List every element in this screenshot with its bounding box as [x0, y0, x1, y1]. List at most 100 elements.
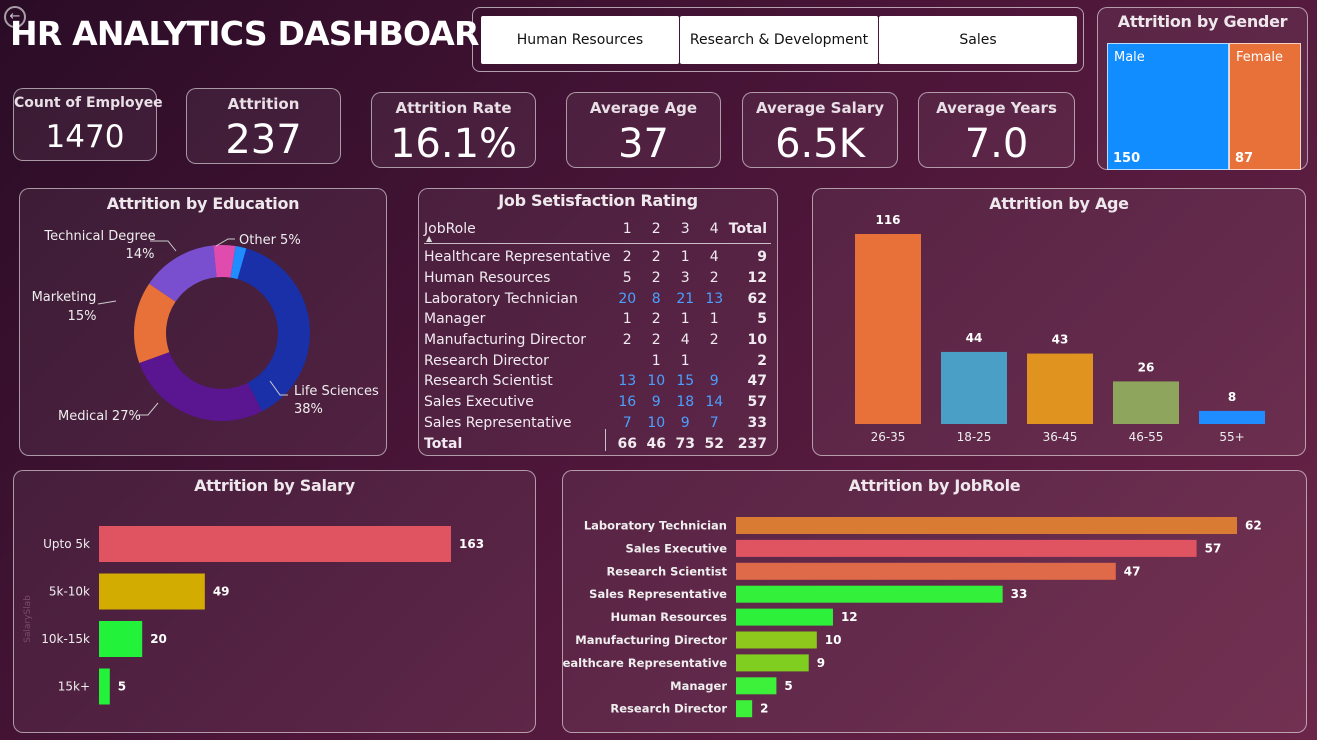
label-technical-degree: Technical Degree [43, 229, 155, 244]
education-donut-chart: Technical Degree 14% Other 5% Marketing … [32, 229, 379, 424]
age-category-label: 26-35 [871, 430, 906, 444]
column-header-total[interactable]: Total [729, 215, 771, 243]
cell-rating-3: 1 [680, 311, 690, 328]
jobrole-bar-value: 12 [841, 610, 858, 624]
cell-rating-4: 4 [709, 249, 719, 266]
jobrole-bar-panel: Attrition by JobRole Laboratory Technici… [562, 470, 1307, 733]
row-jobrole: Research Scientist [424, 373, 553, 390]
jobrole-bar[interactable] [736, 608, 833, 626]
matrix-total-row[interactable]: Total 66 46 73 52 237 [424, 433, 771, 454]
kpi-label: Attrition Rate [395, 99, 512, 117]
cell-rating-1: 7 [622, 414, 632, 431]
cell-rating-4: 9 [709, 373, 719, 390]
jobrole-category-label: Research Director [610, 702, 727, 716]
age-bar-panel: Attrition by Age 116 26-35 44 18-25 43 36-45 2… [812, 188, 1306, 456]
age-bar[interactable] [855, 234, 921, 424]
kpi-value: 16.1% [389, 121, 518, 167]
panel-title: Attrition by Gender [1117, 12, 1288, 31]
cell-rating-4: 1 [709, 311, 719, 328]
age-bar[interactable] [1199, 410, 1265, 424]
jobrole-category-label: Sales Representative [589, 587, 727, 601]
salary-category-label: 10k-15k [41, 632, 90, 646]
department-button-rnd[interactable]: Research & Development [680, 16, 878, 64]
age-category-label: 55+ [1219, 430, 1244, 444]
matrix-row[interactable]: Manufacturing Director 2 2 4 2 10 [424, 330, 771, 351]
salary-bar[interactable] [99, 621, 143, 657]
department-button-hr[interactable]: Human Resources [481, 16, 679, 64]
kpi-average-age: Average Age 37 [566, 92, 721, 168]
salary-bar-value: 20 [150, 632, 167, 646]
salary-bar[interactable] [99, 668, 110, 705]
cell-rating-3: 1 [680, 249, 690, 266]
cell-rating-2: 8 [651, 290, 661, 307]
cell-rating-2: 10 [647, 373, 666, 390]
label-life-sciences-pct: 38% [294, 402, 323, 417]
jobrole-category-label: Human Resources [611, 610, 728, 624]
cell-total: 12 [747, 270, 767, 287]
jobrole-bar[interactable] [736, 631, 817, 649]
cell-rating-4: 52 [704, 435, 724, 452]
age-bar[interactable] [1027, 353, 1093, 424]
kpi-average-years: Average Years 7.0 [918, 92, 1075, 168]
column-header-jobrole[interactable]: JobRole ▲ [424, 215, 613, 243]
matrix-row[interactable]: Healthcare Representative 2 2 1 4 9 [424, 247, 771, 268]
matrix-row[interactable]: Research Director 1 1 2 [424, 350, 771, 371]
column-header-1[interactable]: 1 [613, 215, 642, 243]
jobrole-bar[interactable] [736, 517, 1237, 534]
matrix-row[interactable]: Sales Executive 16 9 18 14 57 [424, 392, 771, 413]
gender-tile-female[interactable]: Female 87 [1229, 43, 1301, 170]
cell-total: 10 [747, 332, 767, 349]
column-header-4[interactable]: 4 [700, 215, 729, 243]
education-donut-panel: Attrition by Education Technical Degree … [19, 188, 387, 456]
jobrole-bar[interactable] [736, 539, 1197, 557]
matrix-row[interactable]: Human Resources 5 2 3 2 12 [424, 268, 771, 289]
matrix-row[interactable]: Manager 1 2 1 1 5 [424, 309, 771, 330]
salary-bar-value: 5 [118, 680, 126, 694]
matrix-row[interactable]: Laboratory Technician 20 8 21 13 62 [424, 288, 771, 309]
leader-line [138, 402, 159, 416]
row-jobrole: Sales Executive [424, 394, 534, 411]
cell-rating-2: 2 [651, 249, 661, 266]
cell-rating-1: 13 [618, 373, 637, 390]
cell-total: 47 [747, 373, 767, 390]
department-button-sales[interactable]: Sales [879, 16, 1077, 64]
cell-rating-4: 2 [709, 270, 719, 287]
sort-ascending-icon: ▲ [426, 234, 433, 243]
cell-rating-1: 1 [622, 311, 632, 328]
gender-label: Male [1114, 50, 1145, 65]
row-jobrole: Manager [424, 311, 486, 328]
salary-bar-panel: Attrition by Salary SalarySlab Upto 5k 16… [13, 470, 536, 733]
jobrole-bar[interactable] [736, 700, 753, 718]
salary-bar-value: 49 [213, 585, 230, 599]
label-marketing: Marketing [32, 290, 97, 305]
age-category-label: 46-55 [1129, 430, 1164, 444]
cell-rating-3: 3 [680, 270, 690, 287]
cell-rating-1: 20 [618, 290, 637, 307]
kpi-count-of-employee: Count of Employee 1470 [13, 88, 163, 161]
column-header-3[interactable]: 3 [671, 215, 700, 243]
cell-rating-3: 9 [680, 414, 690, 431]
cell-rating-1 [613, 350, 642, 371]
jobrole-bar[interactable] [736, 654, 809, 672]
gender-value: 87 [1235, 151, 1254, 166]
matrix-row[interactable]: Research Scientist 13 10 15 9 47 [424, 371, 771, 392]
jobrole-bar[interactable] [736, 585, 1003, 603]
cell-rating-2: 2 [651, 270, 661, 287]
matrix-row[interactable]: Sales Representative 7 10 9 7 33 [424, 413, 771, 434]
label-marketing-pct: 15% [68, 309, 97, 324]
column-header-2[interactable]: 2 [642, 215, 671, 243]
jobrole-bar-value: 2 [760, 702, 768, 716]
age-bar[interactable] [941, 351, 1007, 424]
salary-bar[interactable] [99, 573, 205, 610]
jobrole-bar[interactable] [736, 677, 777, 695]
cell-rating-2: 2 [651, 311, 661, 328]
cell-rating-2: 1 [651, 352, 661, 369]
donut-slice-1[interactable] [139, 352, 263, 421]
jobrole-bar[interactable] [736, 562, 1116, 580]
jobrole-category-label: Laboratory Technician [584, 519, 727, 533]
cell-rating-1: 2 [622, 332, 632, 349]
salary-bar[interactable] [99, 526, 451, 562]
row-jobrole: Research Director [424, 352, 549, 369]
age-bar[interactable] [1113, 381, 1179, 424]
gender-tile-male[interactable]: Male 150 [1107, 43, 1229, 170]
